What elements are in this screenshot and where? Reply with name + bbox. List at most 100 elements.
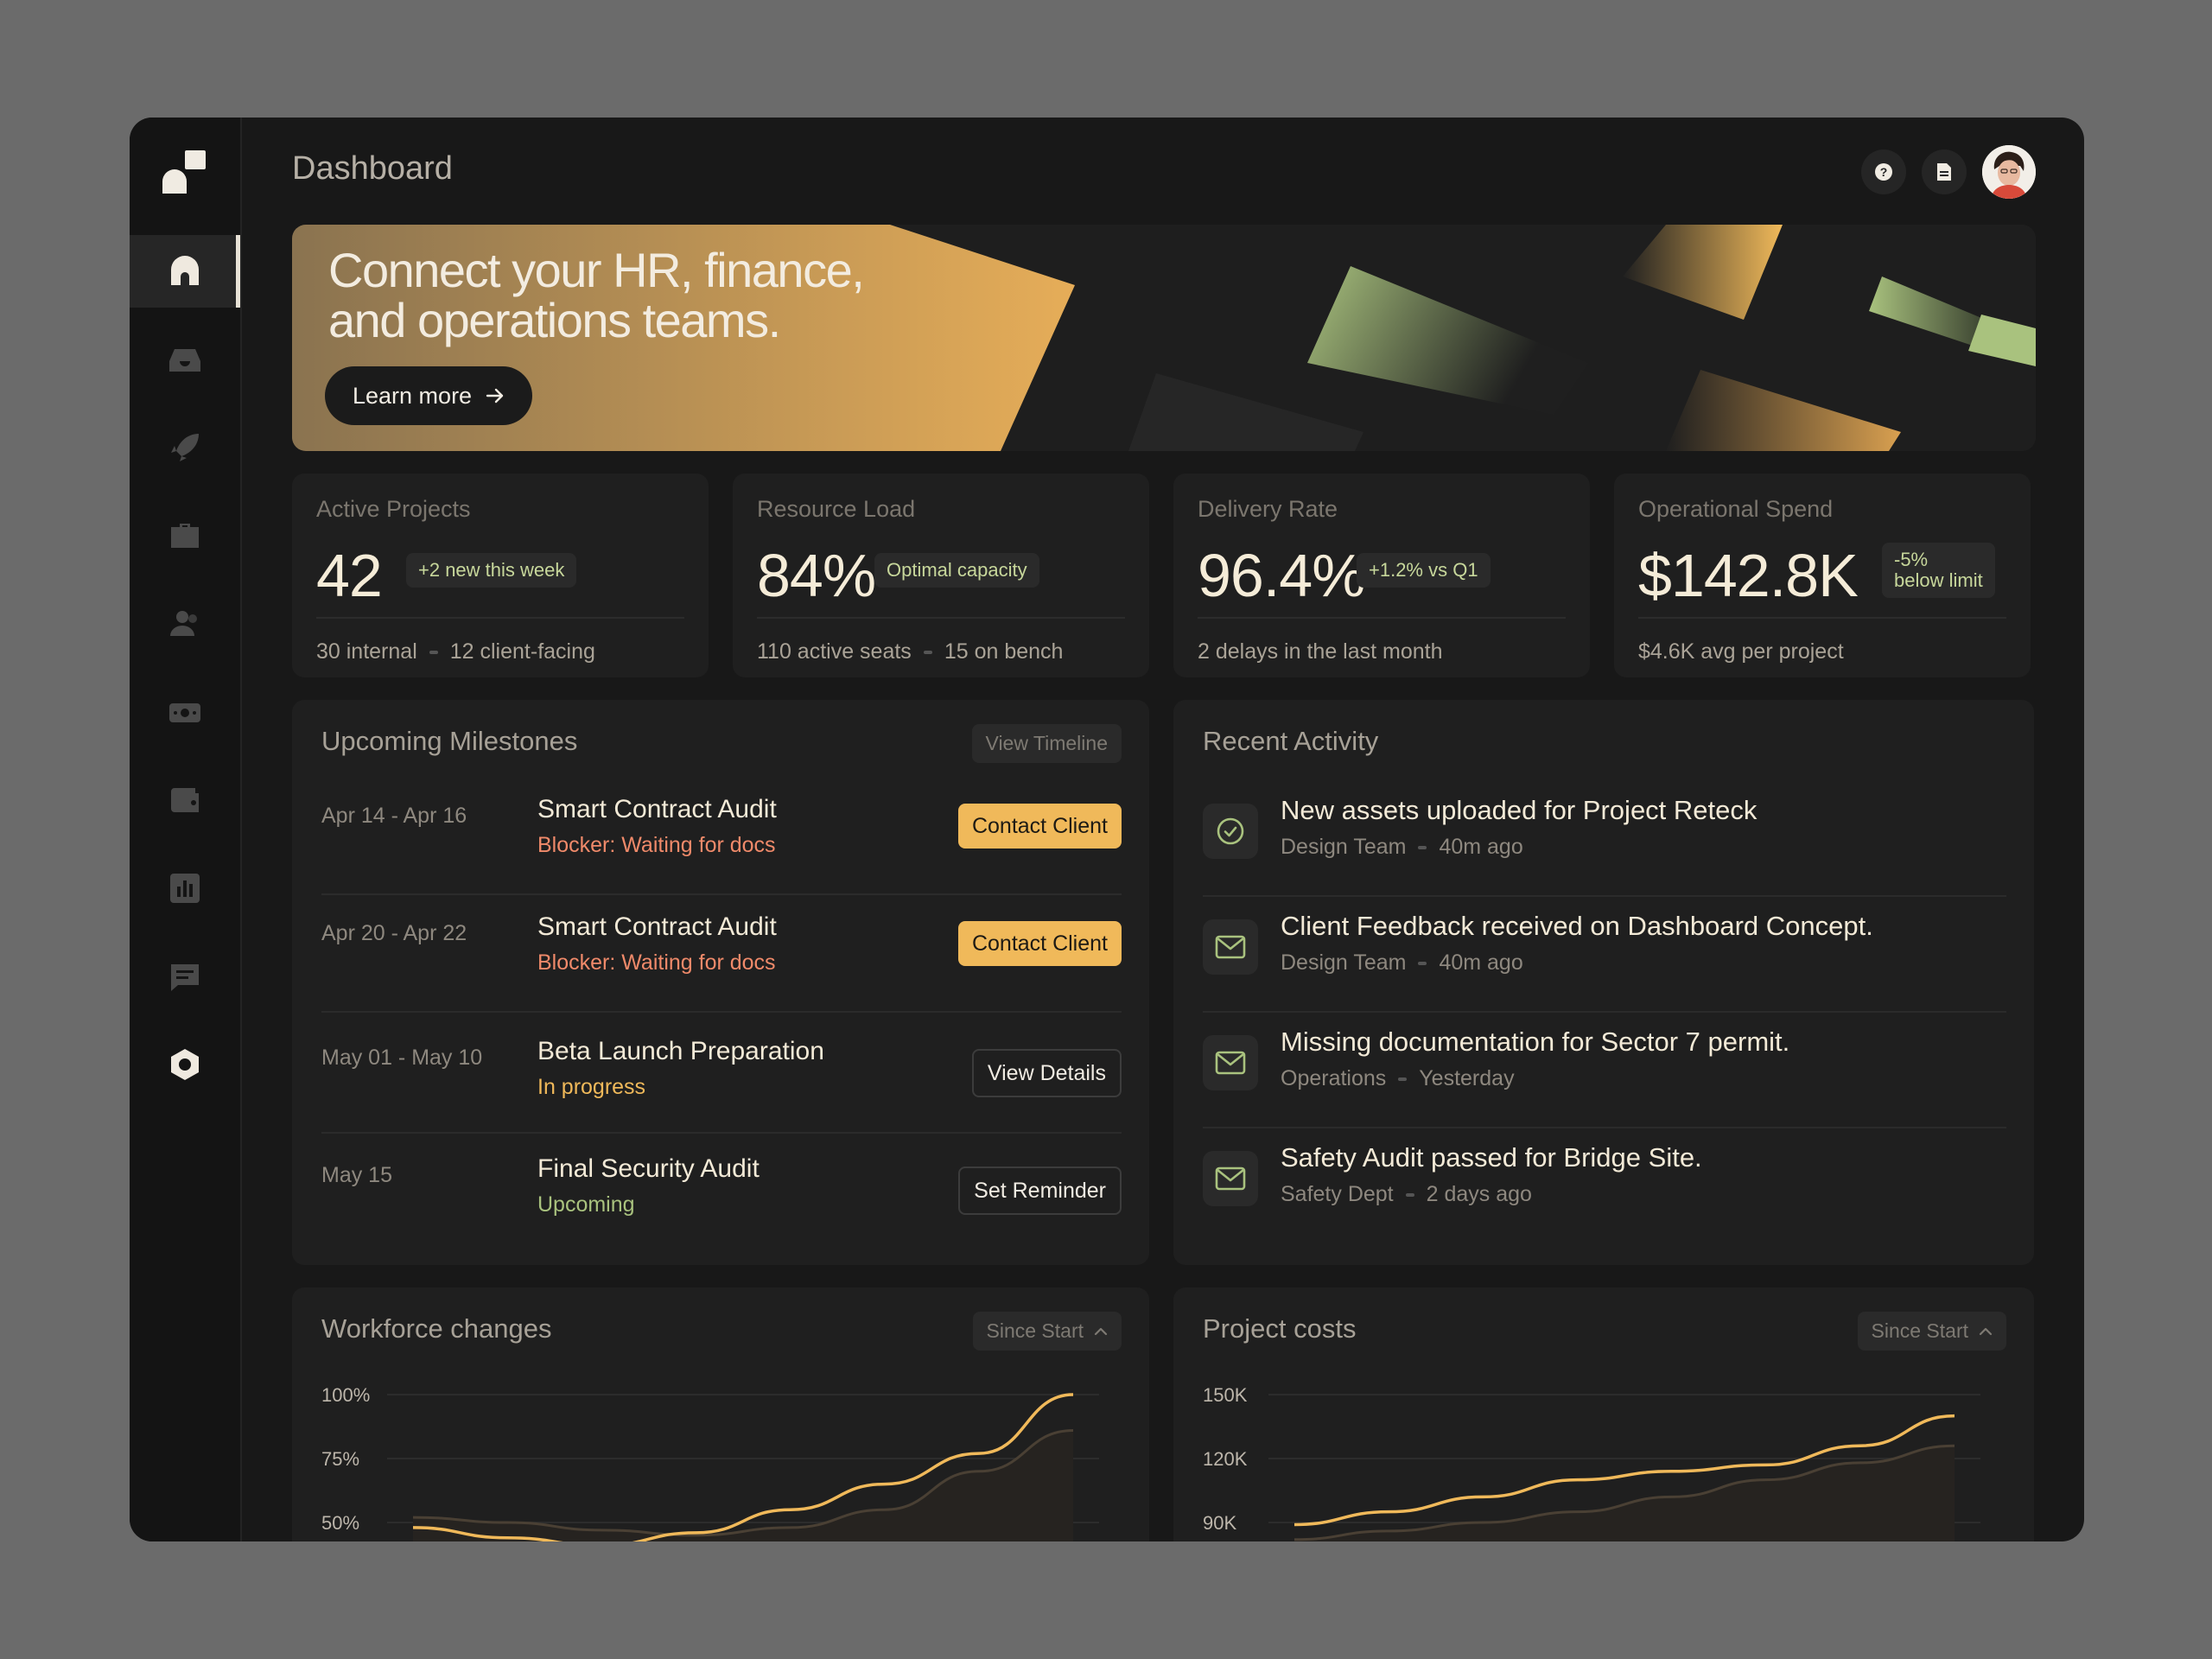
contact-client-button[interactable]: Contact Client	[957, 804, 1122, 849]
stat-footer: 2 delays in the last month	[1198, 639, 1443, 664]
sidebar-item-projects[interactable]	[130, 499, 240, 572]
range-select-label: Since Start	[1871, 1319, 1969, 1342]
y-tick-label: 75%	[321, 1448, 359, 1470]
separator	[429, 650, 438, 654]
series-area	[1294, 1446, 1955, 1541]
activity-title: New assets uploaded for Project Reteck	[1281, 795, 1758, 825]
activity-icon-box	[1203, 804, 1258, 859]
set-reminder-button[interactable]: Set Reminder	[958, 1166, 1122, 1215]
stat-label: Operational Spend	[1638, 496, 1834, 522]
activity-meta: Safety Dept 2 days ago	[1281, 1182, 1532, 1207]
workforce-chart: 100% 75% 50%	[321, 1384, 1099, 1541]
separator	[1398, 1077, 1408, 1081]
stat-card-active-projects: Active Projects 42 +2 new this week 30 i…	[292, 474, 709, 677]
activity-time: Yesterday	[1419, 1066, 1515, 1090]
document-button[interactable]	[1922, 149, 1967, 194]
series-area	[413, 1430, 1073, 1541]
divider	[316, 617, 684, 619]
activity-time: 2 days ago	[1426, 1182, 1532, 1206]
learn-more-button[interactable]: Learn more	[325, 366, 533, 425]
y-tick-label: 150K	[1203, 1384, 1248, 1406]
sidebar-item-messages[interactable]	[130, 940, 240, 1013]
milestone-status: Blocker: Waiting for docs	[537, 950, 776, 975]
activity-title: Missing documentation for Sector 7 permi…	[1281, 1027, 1790, 1057]
activity-title: Client Feedback received on Dashboard Co…	[1281, 911, 1873, 941]
milestone-row: Apr 14 - Apr 16 Smart Contract Audit Blo…	[321, 778, 1122, 895]
stat-footer: $4.6K avg per project	[1638, 639, 1844, 664]
wallet-icon	[171, 788, 199, 812]
help-button[interactable]: ?	[1861, 149, 1906, 194]
activity-icon-box	[1203, 919, 1258, 975]
panel-title: Upcoming Milestones	[321, 726, 578, 756]
milestone-date: May 01 - May 10	[321, 1046, 483, 1070]
promo-banner: Connect your HR, finance, and operations…	[292, 225, 2036, 451]
divider	[757, 617, 1125, 619]
range-select[interactable]: Since Start	[972, 1312, 1122, 1351]
stat-value: $142.8K	[1638, 542, 1859, 609]
sidebar-item-inbox[interactable]	[130, 323, 240, 396]
briefcase-icon	[171, 524, 199, 548]
activity-item[interactable]: Safety Audit passed for Bridge Site. Saf…	[1203, 1128, 2006, 1244]
home-icon	[171, 256, 199, 285]
activity-time: 40m ago	[1439, 835, 1523, 859]
separator	[1418, 845, 1427, 849]
milestone-name: Smart Contract Audit	[537, 912, 777, 941]
view-timeline-button[interactable]: View Timeline	[971, 724, 1122, 763]
stat-foot-a: 110 active seats	[757, 639, 912, 664]
stat-badge: -5% below limit	[1882, 543, 1995, 598]
sidebar-item-wallet[interactable]	[130, 764, 240, 836]
mail-icon	[1215, 935, 1246, 959]
stat-label: Resource Load	[757, 496, 916, 522]
cash-icon	[169, 703, 200, 722]
banner-title-line1: Connect your HR, finance,	[328, 243, 865, 297]
chat-icon	[171, 964, 199, 991]
check-circle-icon	[1217, 817, 1244, 845]
sidebar-item-home[interactable]	[130, 235, 240, 308]
help-icon: ?	[1875, 163, 1892, 181]
costs-chart-panel: Project costs Since Start 150K 120K 90K	[1173, 1287, 2034, 1541]
y-tick-label: 120K	[1203, 1448, 1248, 1470]
milestone-status: Upcoming	[537, 1192, 635, 1217]
sidebar-item-settings[interactable]	[130, 1028, 240, 1101]
contact-client-button[interactable]: Contact Client	[957, 921, 1122, 966]
milestone-date: May 15	[321, 1163, 392, 1187]
activity-source: Operations	[1281, 1066, 1387, 1090]
chart-title: Project costs	[1203, 1313, 1357, 1344]
milestone-date: Apr 14 - Apr 16	[321, 804, 467, 828]
costs-chart: 150K 120K 90K	[1203, 1384, 1980, 1541]
activity-source: Design Team	[1281, 950, 1407, 975]
activity-source: Design Team	[1281, 835, 1407, 859]
activity-item[interactable]: Client Feedback received on Dashboard Co…	[1203, 897, 2006, 1013]
milestone-row: May 15 Final Security Audit Upcoming Set…	[321, 1134, 1122, 1251]
app-window: Dashboard ? Connect your HR, finance, an…	[130, 118, 2084, 1541]
stat-value: 96.4%	[1198, 542, 1365, 609]
stat-badge: +2 new this week	[406, 553, 577, 588]
view-details-button[interactable]: View Details	[971, 1049, 1122, 1097]
chart-title: Workforce changes	[321, 1313, 552, 1344]
stat-badge: +1.2% vs Q1	[1357, 553, 1491, 588]
settings-icon	[171, 1049, 199, 1080]
sidebar-item-reports[interactable]	[130, 852, 240, 925]
stat-foot-b: 15 on bench	[944, 639, 1064, 664]
activity-meta: Design Team 40m ago	[1281, 950, 1523, 976]
milestones-panel: Upcoming Milestones View Timeline Apr 14…	[292, 700, 1149, 1265]
range-select-label: Since Start	[986, 1319, 1084, 1342]
milestone-status: Blocker: Waiting for docs	[537, 833, 776, 857]
stat-foot-a: 30 internal	[316, 639, 417, 664]
logo-icon	[162, 150, 206, 194]
activity-item[interactable]: New assets uploaded for Project Reteck D…	[1203, 781, 2006, 897]
milestone-row: May 01 - May 10 Beta Launch Preparation …	[321, 1013, 1122, 1134]
y-tick-label: 50%	[321, 1512, 359, 1534]
banner-title-line2: and operations teams.	[328, 293, 781, 347]
stat-badge-line1: -5%	[1894, 549, 1929, 570]
avatar[interactable]	[1982, 145, 2036, 199]
activity-source: Safety Dept	[1281, 1182, 1394, 1206]
sidebar-item-payments[interactable]	[130, 676, 240, 748]
stat-footer: 110 active seats 15 on bench	[757, 639, 1063, 664]
sidebar-item-launch[interactable]	[130, 411, 240, 484]
sidebar-item-people[interactable]	[130, 588, 240, 660]
stat-badge-line2: below limit	[1894, 569, 1983, 591]
inbox-icon	[169, 349, 200, 372]
activity-item[interactable]: Missing documentation for Sector 7 permi…	[1203, 1013, 2006, 1128]
range-select[interactable]: Since Start	[1857, 1312, 2006, 1351]
